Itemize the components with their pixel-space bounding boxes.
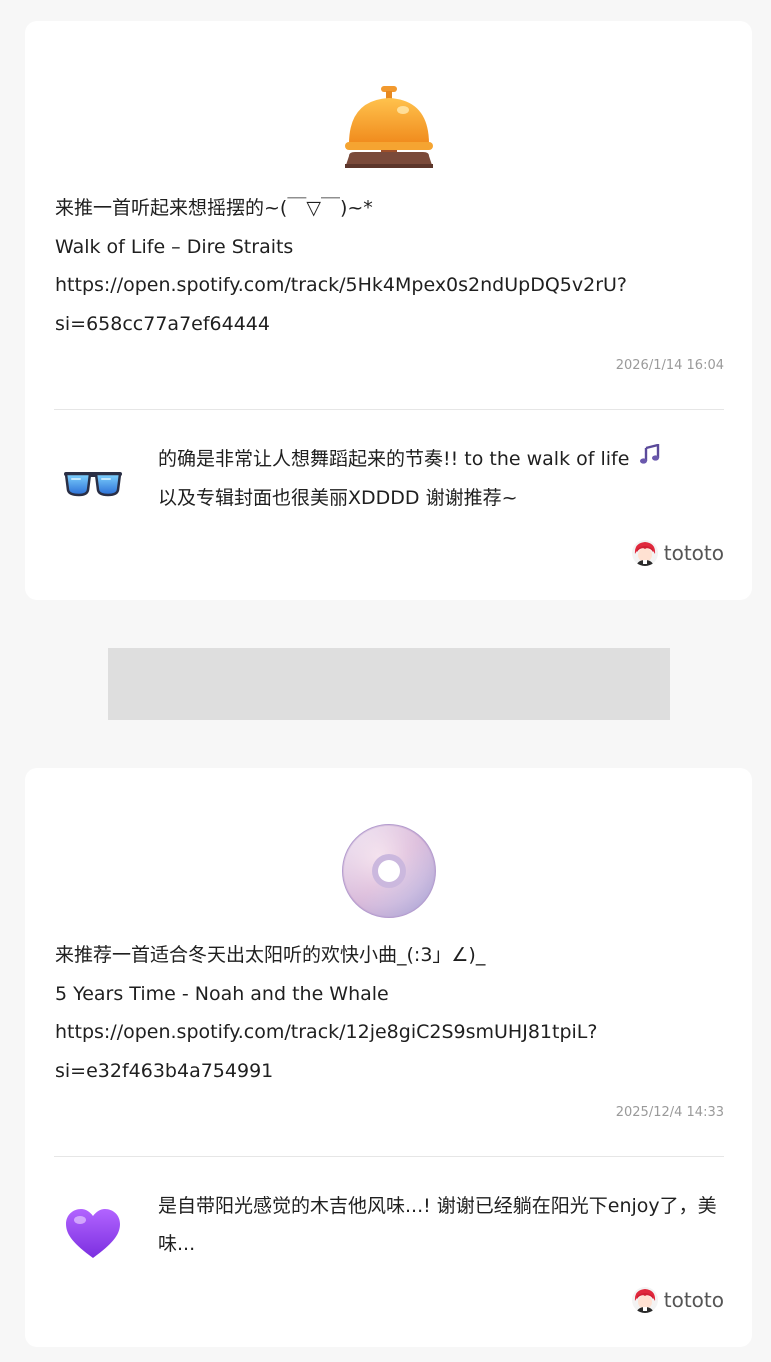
divider: [54, 409, 724, 410]
post-timestamp: 2025/12/4 14:33: [615, 1105, 724, 1120]
reply-line: 味...: [158, 1233, 196, 1255]
post-body: 来推一首听起来想摇摆的~(￣▽￣)~* Walk of Life – Dire …: [55, 189, 728, 343]
post-card: 来推荐一首适合冬天出太阳听的欢快小曲_(:3」∠)_ 5 Years Time …: [25, 768, 752, 1347]
compact-disc-icon: [339, 823, 439, 919]
post-line: 来推荐一首适合冬天出太阳听的欢快小曲_(:3」∠)_: [55, 944, 486, 966]
divider: [54, 1156, 724, 1157]
sunglasses-icon: [61, 455, 125, 511]
bellhop-bell-icon: [339, 79, 439, 175]
avatar[interactable]: [631, 540, 658, 566]
song-link[interactable]: https://open.spotify.com/track/12je8giC2…: [55, 1013, 728, 1052]
post-body: 来推荐一首适合冬天出太阳听的欢快小曲_(:3」∠)_ 5 Years Time …: [55, 936, 728, 1090]
song-title: Walk of Life – Dire Straits: [55, 235, 294, 258]
author[interactable]: tototo: [631, 1287, 724, 1313]
purple-heart-icon: [61, 1206, 125, 1262]
song-link-query[interactable]: si=658cc77a7ef64444: [55, 305, 728, 344]
reply-line: 的确是非常让人想舞蹈起来的节奏!! to the walk of life: [158, 448, 630, 470]
post-line: 来推一首听起来想摇摆的~(￣▽￣)~*: [55, 197, 373, 219]
author[interactable]: tototo: [631, 540, 724, 566]
reply-body: 是自带阳光感觉的木吉他风味...! 谢谢已经躺在阳光下enjoy了，美 味...: [158, 1187, 724, 1263]
song-link-query[interactable]: si=e32f463b4a754991: [55, 1052, 728, 1091]
post-timestamp: 2026/1/14 16:04: [615, 358, 724, 373]
author-name[interactable]: tototo: [664, 1288, 724, 1312]
avatar[interactable]: [631, 1287, 658, 1313]
reply-line: 以及专辑封面也很美丽XDDDD 谢谢推荐~: [158, 486, 518, 509]
author-name[interactable]: tototo: [664, 541, 724, 565]
ad-placeholder: [108, 648, 670, 720]
song-link[interactable]: https://open.spotify.com/track/5Hk4Mpex0…: [55, 266, 728, 305]
post-card: 来推一首听起来想摇摆的~(￣▽￣)~* Walk of Life – Dire …: [25, 21, 752, 600]
reply-body: 的确是非常让人想舞蹈起来的节奏!! to the walk of life 以及…: [158, 440, 724, 517]
reply-line: 是自带阳光感觉的木吉他风味...! 谢谢已经躺在阳光下enjoy了，美: [158, 1195, 717, 1217]
song-title: 5 Years Time - Noah and the Whale: [55, 982, 389, 1005]
music-notes-icon: [639, 441, 661, 479]
